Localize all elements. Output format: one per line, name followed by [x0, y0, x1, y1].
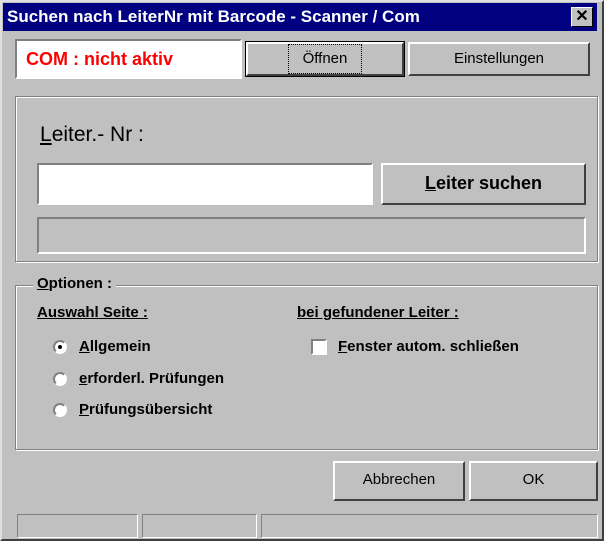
- close-icon[interactable]: ✕: [571, 7, 593, 27]
- page-selection-heading: Auswahl Seite :: [37, 304, 148, 321]
- statusbar-cell-1: [17, 514, 138, 538]
- cancel-button-label: Abbrechen: [362, 471, 436, 488]
- search-leiter-accel: L: [424, 173, 436, 193]
- settings-button-label: Einstellungen: [453, 50, 545, 67]
- window-title: Suchen nach LeiterNr mit Barcode - Scann…: [7, 7, 420, 26]
- found-leiter-heading: bei gefundener Leiter :: [297, 304, 459, 321]
- leiter-nr-heading-rest: eiter.- Nr :: [51, 123, 144, 146]
- radio-erforderl-pruefungen[interactable]: [53, 372, 67, 386]
- radio-erforderl-rest: rforderl. Prüfungen: [87, 370, 225, 387]
- leiter-nr-heading: Leiter.- Nr :: [40, 123, 144, 147]
- found-leiter-heading-text: bei gefundener Leiter :: [297, 304, 459, 321]
- auto-close-rest: enster autom. schließen: [347, 338, 519, 355]
- radio-erforderl-pruefungen-label[interactable]: erforderl. Prüfungen: [79, 370, 224, 387]
- radio-pruefungsuebersicht[interactable]: [53, 403, 67, 417]
- search-result-field: [37, 217, 586, 254]
- title-bar[interactable]: Suchen nach LeiterNr mit Barcode - Scann…: [3, 3, 597, 31]
- com-status-field: COM : nicht aktiv: [15, 39, 242, 79]
- page-selection-heading-text: Auswahl Seite :: [37, 304, 148, 321]
- open-button-label: Öffnen: [287, 44, 363, 74]
- options-group-accel: O: [37, 275, 49, 292]
- ok-button[interactable]: OK: [469, 461, 598, 501]
- com-status-text: COM : nicht aktiv: [26, 49, 174, 69]
- radio-dot-icon: [58, 345, 62, 349]
- auto-close-checkbox[interactable]: [311, 339, 327, 355]
- leiter-nr-input[interactable]: [37, 163, 373, 205]
- statusbar-cell-2: [142, 514, 257, 538]
- ok-button-label: OK: [522, 471, 545, 488]
- radio-allgemein[interactable]: [53, 340, 67, 354]
- search-leiter-button[interactable]: Leiter suchen: [381, 163, 586, 205]
- open-button[interactable]: Öffnen: [245, 41, 405, 77]
- cancel-button[interactable]: Abbrechen: [333, 461, 465, 501]
- statusbar-cell-3: [261, 514, 598, 538]
- settings-button[interactable]: Einstellungen: [408, 42, 590, 76]
- radio-pruefungsuebersicht-rest: rüfungsübersicht: [89, 401, 213, 418]
- auto-close-label[interactable]: Fenster autom. schließen: [338, 338, 519, 355]
- radio-allgemein-accel: A: [79, 338, 90, 355]
- options-group-label: Optionen :: [33, 275, 116, 292]
- options-group-rest: ptionen :: [48, 275, 112, 292]
- radio-pruefungsuebersicht-accel: P: [79, 401, 90, 418]
- auto-close-accel: F: [338, 338, 348, 355]
- radio-pruefungsuebersicht-label[interactable]: Prüfungsübersicht: [79, 401, 212, 418]
- radio-allgemein-label[interactable]: Allgemein: [79, 338, 151, 355]
- radio-allgemein-rest: llgemein: [89, 338, 151, 355]
- search-leiter-rest: eiter suchen: [435, 173, 543, 193]
- leiter-nr-heading-accel: L: [40, 123, 52, 146]
- dialog-window: [0, 0, 604, 541]
